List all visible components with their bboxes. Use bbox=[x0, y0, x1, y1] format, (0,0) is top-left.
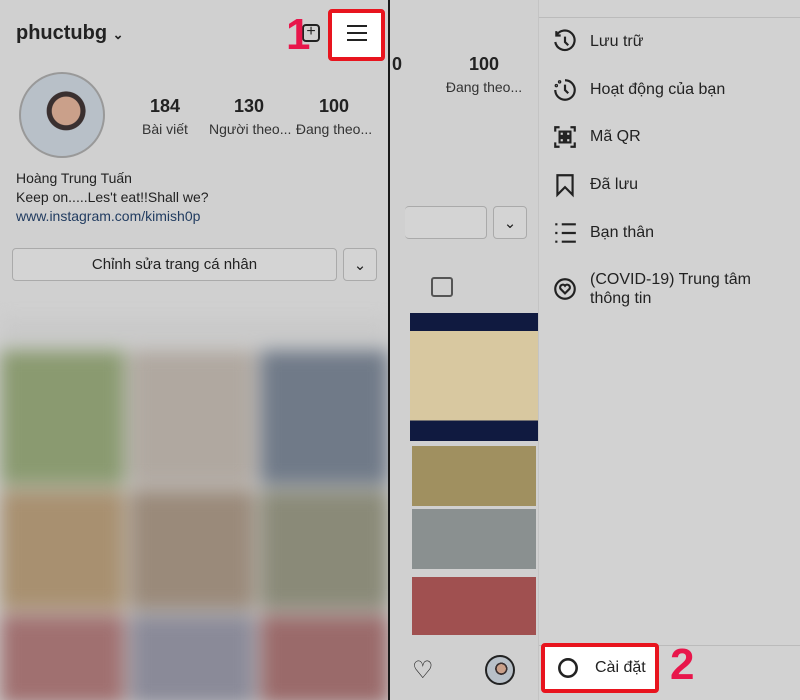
stat-posts[interactable]: 184 Bài viết bbox=[125, 96, 205, 137]
avatar[interactable] bbox=[19, 72, 105, 158]
stat-followers[interactable]: 130 Người theo... bbox=[209, 96, 292, 137]
stat-value: 100 bbox=[318, 96, 350, 116]
menu-item-label: Lưu trữ bbox=[590, 33, 644, 50]
profile-tab-avatar[interactable] bbox=[485, 655, 515, 685]
hamburger-icon bbox=[347, 25, 367, 41]
stat-label: Bài viết bbox=[142, 121, 188, 137]
peek-dropdown-button: ⌄ bbox=[493, 206, 527, 239]
stat-label: Đang theo... bbox=[295, 121, 373, 137]
menu-item-close-friends[interactable]: Bạn thân bbox=[552, 220, 654, 246]
close-friends-icon bbox=[555, 223, 576, 243]
post-thumbnail[interactable] bbox=[412, 446, 536, 506]
heart-icon[interactable]: ♡ bbox=[412, 656, 434, 685]
peek-stat-following: 100 Đang theo... bbox=[445, 54, 523, 95]
profile-link[interactable]: www.instagram.com/kimish0p bbox=[16, 208, 200, 224]
activity-icon bbox=[554, 79, 576, 101]
peek-edit-button bbox=[405, 206, 487, 239]
post-thumbnail[interactable] bbox=[412, 509, 536, 569]
profile-screen: phuctubg ⌄ + 1 184 Bài viết 130 Người theo… bbox=[0, 0, 389, 700]
chevron-down-icon: ⌄ bbox=[112, 27, 124, 42]
chevron-down-icon: ⌄ bbox=[353, 256, 367, 274]
stat-label: Người theo... bbox=[209, 121, 292, 137]
menu-item-label: Đã lưu bbox=[590, 176, 639, 193]
stat-value: 130 bbox=[233, 96, 265, 116]
suggestions-toggle-button[interactable]: ⌄ bbox=[343, 248, 377, 281]
menu-item-archive[interactable]: Lưu trữ bbox=[552, 29, 643, 55]
menu-item-saved[interactable]: Đã lưu bbox=[552, 172, 638, 198]
step-1-label: 1 bbox=[286, 10, 311, 59]
step-2-label: 2 bbox=[670, 640, 695, 689]
bio-text: Keep on.....Les't eat!!Shall we? bbox=[16, 189, 209, 205]
stat-value: 184 bbox=[149, 96, 181, 116]
username-switcher[interactable]: phuctubg ⌄ bbox=[16, 22, 124, 45]
menu-button[interactable] bbox=[328, 9, 385, 61]
menu-item-label: Hoạt động của bạn bbox=[590, 81, 726, 98]
menu-item-label: Mã QR bbox=[590, 128, 641, 145]
settings-button[interactable]: Cài đặt bbox=[541, 643, 659, 693]
post-thumbnail[interactable] bbox=[412, 577, 536, 635]
settings-label: Cài đặt bbox=[595, 659, 646, 676]
menu-item-qr[interactable]: Mã QR bbox=[552, 124, 641, 150]
covid-info-icon bbox=[554, 278, 576, 300]
menu-item-label: (COVID-19) Trung tâm thông tin bbox=[590, 271, 751, 307]
menu-item-label: Bạn thân bbox=[590, 224, 655, 241]
post-thumbnail[interactable] bbox=[410, 313, 538, 441]
bookmark-icon bbox=[556, 174, 574, 198]
qr-code-icon bbox=[554, 126, 576, 148]
edit-profile-button[interactable]: Chỉnh sửa trang cá nhân bbox=[12, 248, 337, 281]
side-drawer bbox=[538, 0, 800, 700]
username: phuctubg bbox=[16, 22, 108, 44]
tagged-tab-icon[interactable] bbox=[431, 277, 453, 297]
blurred-post-grid bbox=[0, 320, 389, 700]
full-name: Hoàng Trung Tuấn bbox=[16, 170, 132, 186]
archive-icon bbox=[554, 29, 576, 52]
menu-item-covid-info[interactable]: (COVID-19) Trung tâm thông tin bbox=[552, 270, 772, 308]
menu-item-activity[interactable]: Hoạt động của bạn bbox=[552, 77, 725, 103]
stat-following[interactable]: 100 Đang theo... bbox=[294, 96, 374, 137]
gear-icon bbox=[558, 658, 578, 678]
peek-stat-partial: 0 bbox=[392, 54, 403, 74]
